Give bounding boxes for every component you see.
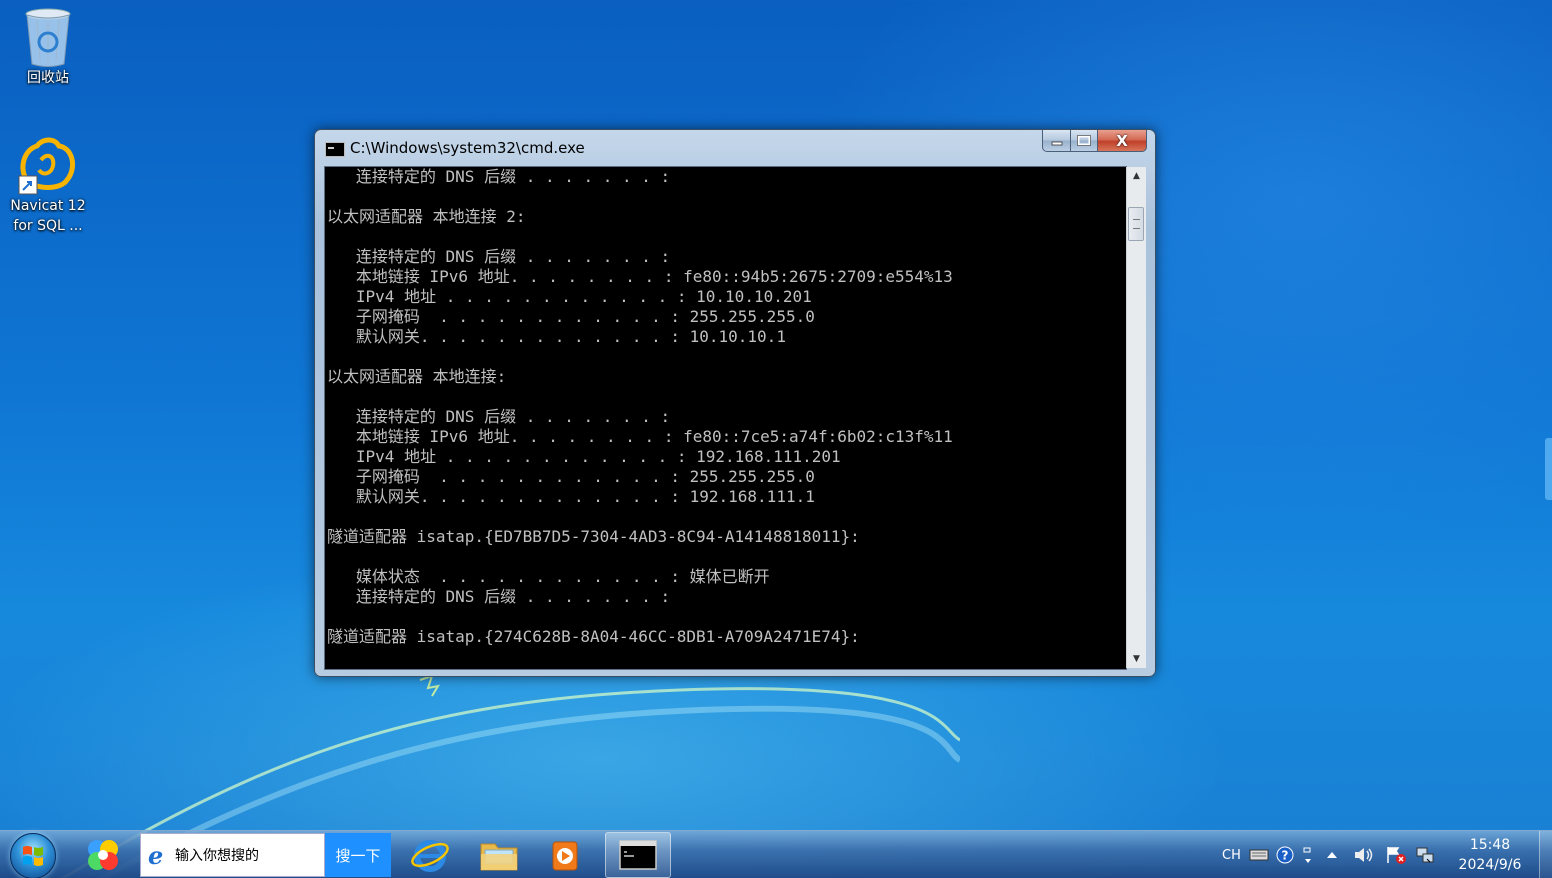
- svg-text:?: ?: [1282, 849, 1289, 863]
- windows-logo-icon: [23, 846, 43, 866]
- navicat-icon: [18, 137, 76, 195]
- minimize-icon: [1051, 141, 1062, 145]
- recycle-bin-icon: [25, 8, 71, 67]
- chevron-up-icon: [1327, 852, 1337, 858]
- tray-show-hidden[interactable]: [1326, 831, 1338, 878]
- command-prompt-icon: [619, 840, 657, 870]
- tray-action-center[interactable]: [1385, 831, 1407, 878]
- network-icon: [1416, 847, 1434, 863]
- color-petals-icon: [88, 840, 118, 870]
- taskbar-app-media-player[interactable]: [536, 832, 594, 878]
- scroll-up-arrow[interactable]: ▲: [1127, 167, 1146, 185]
- close-button[interactable]: X: [1098, 130, 1147, 152]
- minimize-button[interactable]: [1042, 130, 1071, 152]
- taskbar-app-explorer[interactable]: [470, 832, 528, 878]
- desktop-icon-label: 回收站: [27, 70, 69, 86]
- cmd-icon: [325, 142, 345, 157]
- window-titlebar[interactable]: C:\Windows\system32\cmd.exe X: [315, 130, 1155, 166]
- taskbar-app-ie[interactable]: [401, 832, 459, 878]
- maximize-button[interactable]: [1071, 130, 1098, 152]
- media-player-icon: [552, 841, 578, 871]
- speaker-icon: [1355, 848, 1373, 862]
- scroll-down-arrow[interactable]: ▼: [1127, 650, 1146, 668]
- window-controls: X: [1042, 130, 1147, 152]
- tray-help[interactable]: ?: [1276, 831, 1294, 878]
- svg-text:e: e: [148, 842, 163, 868]
- tray-ime-options[interactable]: [1302, 831, 1314, 878]
- console-output[interactable]: 连接特定的 DNS 后缀 . . . . . . . : 以太网适配器 本地连接…: [324, 166, 1127, 670]
- show-desktop-button[interactable]: [1539, 831, 1552, 878]
- console-text: 连接特定的 DNS 后缀 . . . . . . . : 以太网适配器 本地连接…: [327, 167, 953, 646]
- clock-time: 15:48: [1469, 837, 1511, 853]
- scroll-thumb[interactable]: [1128, 207, 1144, 241]
- tray-volume[interactable]: [1353, 831, 1375, 878]
- search-placeholder: 输入你想搜的: [175, 848, 259, 864]
- tray-network[interactable]: [1415, 831, 1437, 878]
- desktop-icon-label-line2: for SQL ...: [13, 218, 83, 234]
- desktop-icon-recycle-bin[interactable]: 回收站: [0, 6, 96, 88]
- taskbar-search-box[interactable]: e 输入你想搜的: [140, 833, 325, 877]
- taskbar-app-360[interactable]: [74, 832, 132, 878]
- clock-date: 2024/9/6: [1458, 857, 1522, 873]
- maximize-icon: [1077, 135, 1091, 146]
- flag-alert-icon: [1387, 847, 1406, 864]
- cmd-window[interactable]: C:\Windows\system32\cmd.exe X 连接特定的 DNS …: [314, 129, 1156, 677]
- close-icon: X: [1116, 131, 1128, 150]
- desktop-edge-gadget: [1545, 438, 1552, 500]
- start-button[interactable]: [10, 833, 56, 878]
- tray-language[interactable]: CH: [1222, 831, 1241, 878]
- internet-explorer-icon: [411, 840, 449, 872]
- ie-icon: e: [148, 842, 163, 868]
- tray-clock[interactable]: 15:48 2024/9/6: [1448, 835, 1532, 875]
- folder-icon: [480, 843, 518, 871]
- tray-keyboard[interactable]: [1249, 831, 1269, 878]
- keyboard-icon: [1249, 849, 1269, 861]
- taskbar: e 输入你想搜的 搜一下 CH ? 15:48 2024/9/6: [0, 830, 1552, 878]
- help-icon: ?: [1276, 846, 1294, 864]
- window-title: C:\Windows\system32\cmd.exe: [350, 139, 585, 157]
- search-button[interactable]: 搜一下: [325, 833, 391, 877]
- taskbar-app-cmd[interactable]: [605, 832, 671, 878]
- console-scrollbar[interactable]: ▲ ▼: [1126, 167, 1146, 668]
- desktop-icon-label-line1: Navicat 12: [10, 198, 86, 214]
- desktop-icon-navicat[interactable]: Navicat 12 for SQL ...: [0, 136, 96, 236]
- ime-options-icon: [1303, 847, 1311, 863]
